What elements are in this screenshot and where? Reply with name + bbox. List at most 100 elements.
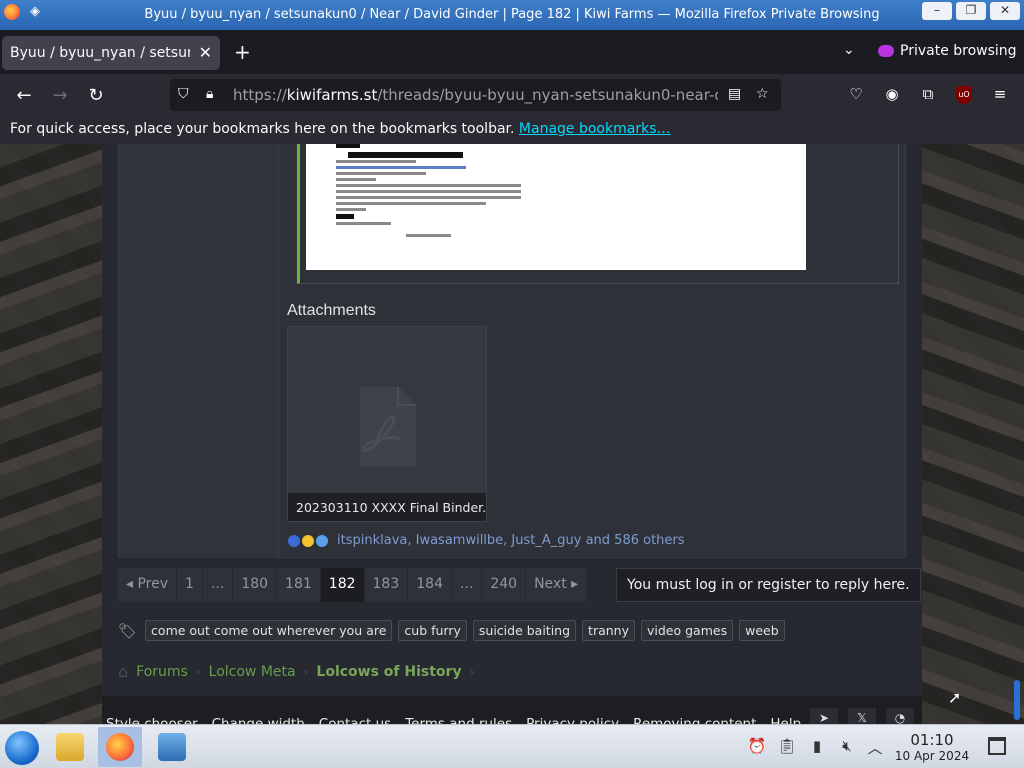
pdf-file-icon[interactable]	[288, 327, 486, 495]
tab-label: Byuu / byuu_nyan / setsunakun0 / Near / …	[10, 45, 190, 61]
new-tab-button[interactable]: +	[234, 40, 251, 64]
tag[interactable]: weeb	[739, 620, 785, 641]
bookmarks-toolbar: For quick access, place your bookmarks h…	[0, 116, 1024, 144]
ublock-origin-icon[interactable]: uO	[956, 86, 972, 104]
email-screenshot-image[interactable]	[306, 144, 806, 270]
login-to-reply-button[interactable]: You must log in or register to reply her…	[616, 568, 921, 602]
footer-link-privacy[interactable]: Privacy policy	[526, 716, 619, 724]
home-icon[interactable]: ⌂	[118, 662, 128, 681]
page-link[interactable]: 181	[277, 568, 321, 602]
page-ellipsis[interactable]: ...	[451, 568, 483, 602]
url-text[interactable]: https://kiwifarms.st/threads/byuu-byuu_n…	[233, 86, 718, 104]
account-icon[interactable]: ◉	[881, 85, 903, 103]
taskbar: ⏰ 📋︎ ▮ 🔇︎ ︿ 01:10 10 Apr 2024	[0, 724, 1024, 768]
page-link[interactable]: 180	[233, 568, 278, 602]
alarm-icon[interactable]: ⏰	[747, 737, 767, 755]
page-link[interactable]: 183	[364, 568, 409, 602]
attachment-card[interactable]: 202303110 XXXX Final Binder...	[287, 326, 487, 522]
menu-icon[interactable]: ≡	[989, 85, 1011, 103]
next-page-button[interactable]: Next ▸	[526, 568, 588, 602]
close-window-button[interactable]: ✕	[990, 2, 1020, 20]
clock-date: 10 Apr 2024	[894, 749, 970, 763]
breadcrumb-separator: ›	[195, 664, 201, 679]
page-link[interactable]: 1	[177, 568, 203, 602]
private-browsing-indicator: Private browsing	[878, 43, 1017, 59]
x-icon[interactable]: 𝕏	[848, 708, 876, 724]
extensions-icon[interactable]: ⧉	[917, 85, 939, 103]
list-all-tabs-button[interactable]: ⌄	[843, 42, 855, 58]
firefox-icon	[106, 733, 134, 761]
tag[interactable]: suicide baiting	[472, 620, 577, 641]
mouse-cursor: ➚	[948, 688, 962, 707]
page-scrollbar[interactable]	[1014, 680, 1020, 720]
battery-icon[interactable]: ▮	[807, 737, 827, 755]
tag[interactable]: cub furry	[398, 620, 467, 641]
bookmarks-hint: For quick access, place your bookmarks h…	[10, 121, 515, 137]
clock-time: 01:10	[910, 731, 954, 749]
pagination: ◂ Prev 1 ... 180 181 182 183 184 ... 240…	[118, 568, 588, 602]
taskbar-file-manager[interactable]	[48, 727, 92, 767]
breadcrumb-separator: ›	[303, 664, 309, 679]
informative-reaction-icon[interactable]	[315, 533, 329, 548]
tag[interactable]: come out come out wherever you are	[145, 620, 393, 641]
maximize-button[interactable]: ❐	[956, 2, 986, 20]
url-bar[interactable]: ⛉ 🔒︎ https://kiwifarms.st/threads/byuu-b…	[170, 79, 781, 111]
lock-icon[interactable]: 🔒︎	[206, 86, 213, 102]
attachments-heading: Attachments	[287, 302, 376, 319]
breadcrumb: ⌂ Forums › Lolcow Meta › Lolcows of Hist…	[118, 662, 474, 681]
rss-icon[interactable]: ◔	[886, 708, 914, 724]
footer-link-change-width[interactable]: Change width	[212, 716, 305, 724]
back-button[interactable]: ←	[13, 85, 35, 106]
tag[interactable]: video games	[641, 620, 734, 641]
thinking-reaction-icon[interactable]	[301, 533, 315, 548]
volume-muted-icon[interactable]: 🔇︎	[837, 737, 857, 755]
breadcrumb-lolcows-of-history[interactable]: Lolcows of History	[316, 664, 461, 680]
page-ellipsis[interactable]: ...	[202, 568, 234, 602]
start-menu-button[interactable]	[5, 731, 39, 765]
tray-expand-icon[interactable]: ︿	[865, 737, 885, 758]
telegram-icon[interactable]: ➤	[810, 708, 838, 724]
minimize-button[interactable]: –	[922, 2, 952, 20]
background-art-right	[922, 144, 1024, 724]
tab-active[interactable]: Byuu / byuu_nyan / setsunakun0 / Near / …	[2, 36, 220, 70]
tracking-shield-icon[interactable]: ⛉	[178, 86, 189, 102]
forum-content: Attachments 202303110 XXXX Final Binder.…	[102, 144, 922, 724]
show-desktop-button[interactable]	[988, 737, 1006, 755]
attachment-filename[interactable]: 202303110 XXXX Final Binder...	[288, 493, 486, 521]
reactions-users[interactable]: itspinklava, Iwasamwillbe, Just_A_guy an…	[337, 533, 685, 548]
footer-link-removing-content[interactable]: Removing content	[633, 716, 756, 724]
footer-link-contact[interactable]: Contact us	[319, 716, 391, 724]
window-titlebar: ◈ Byuu / byuu_nyan / setsunakun0 / Near …	[0, 0, 1024, 30]
window-title: Byuu / byuu_nyan / setsunakun0 / Near / …	[144, 7, 880, 22]
like-reaction-icon[interactable]	[287, 533, 301, 548]
reactions-bar[interactable]: itspinklava, Iwasamwillbe, Just_A_guy an…	[287, 533, 685, 548]
tab-close-icon[interactable]: ✕	[199, 43, 212, 62]
clipboard-icon[interactable]: 📋︎	[777, 737, 797, 755]
breadcrumb-lolcow-meta[interactable]: Lolcow Meta	[209, 664, 296, 680]
bookmark-star-icon[interactable]: ☆	[756, 86, 769, 102]
private-browsing-label: Private browsing	[900, 43, 1017, 59]
folder-icon	[56, 733, 84, 761]
quoted-image-block	[297, 144, 899, 284]
navigation-bar: ← → ↻ ⛉ 🔒︎ https://kiwifarms.st/threads/…	[0, 74, 1024, 116]
manage-bookmarks-link[interactable]: Manage bookmarks…	[519, 121, 671, 137]
taskbar-firefox[interactable]	[98, 727, 142, 767]
footer-link-style-chooser[interactable]: Style chooser	[106, 716, 198, 724]
page-viewport: Attachments 202303110 XXXX Final Binder.…	[0, 144, 1024, 724]
prev-page-button[interactable]: ◂ Prev	[118, 568, 178, 602]
footer-link-terms[interactable]: Terms and rules	[405, 716, 512, 724]
post: Attachments 202303110 XXXX Final Binder.…	[118, 144, 906, 558]
forward-button[interactable]: →	[49, 85, 71, 106]
clock[interactable]: 01:10 10 Apr 2024	[890, 731, 974, 763]
reload-button[interactable]: ↻	[85, 85, 107, 106]
reader-view-icon[interactable]: ▤	[728, 86, 741, 102]
tag[interactable]: tranny	[582, 620, 635, 641]
taskbar-system-settings[interactable]	[150, 727, 194, 767]
footer-link-help[interactable]: Help	[770, 716, 801, 724]
current-page[interactable]: 182	[320, 568, 365, 602]
site-footer: Style chooser Change width Contact us Te…	[102, 696, 922, 724]
page-link[interactable]: 240	[482, 568, 527, 602]
breadcrumb-forums[interactable]: Forums	[136, 664, 188, 680]
page-link[interactable]: 184	[408, 568, 452, 602]
pocket-icon[interactable]: ♡	[845, 85, 867, 103]
